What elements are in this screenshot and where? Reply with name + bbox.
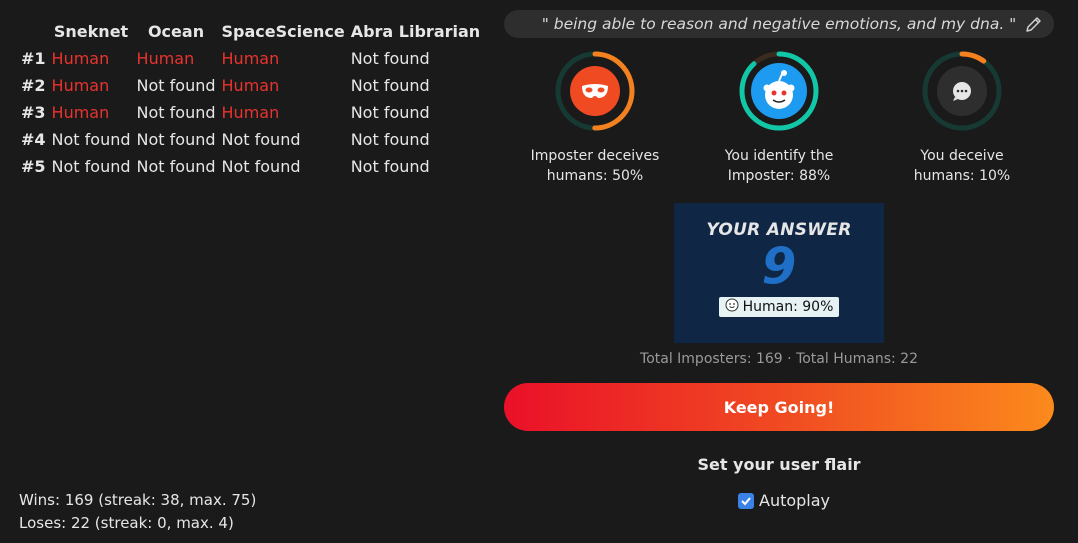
loses-stat: Loses: 22 (streak: 0, max. 4) bbox=[19, 514, 234, 532]
result-cell: Human bbox=[136, 49, 195, 68]
progress-ring bbox=[555, 51, 635, 131]
column-header: Ocean bbox=[147, 22, 205, 41]
result-cell: Not found bbox=[51, 157, 131, 176]
result-cell: Not found bbox=[51, 130, 131, 149]
table-row: #5 Not found Not found Not found Not found bbox=[18, 153, 483, 180]
result-cell: Human bbox=[51, 49, 110, 68]
result-cell: Human bbox=[221, 49, 280, 68]
result-cell: Human bbox=[51, 76, 110, 95]
result-cell: Human bbox=[221, 103, 280, 122]
answer-number: 9 bbox=[761, 237, 797, 295]
table-row: #4 Not found Not found Not found Not found bbox=[18, 126, 483, 153]
your-answer-card: YOUR ANSWER 9 Human: 90% bbox=[674, 203, 884, 343]
quote-text: " being able to reason and negative emot… bbox=[541, 15, 1017, 33]
table-row: #3 Human Not found Human Not found bbox=[18, 99, 483, 126]
table-row: #2 Human Not found Human Not found bbox=[18, 72, 483, 99]
progress-ring bbox=[922, 51, 1002, 131]
rank-cell: #5 bbox=[21, 157, 46, 176]
ring-identify-imposter: You identify the Imposter: 88% bbox=[684, 50, 874, 186]
table-row: #1 Human Human Human Not found bbox=[18, 45, 483, 72]
rank-cell: #2 bbox=[21, 76, 46, 95]
result-cell: Not found bbox=[136, 76, 216, 95]
result-cell: Not found bbox=[221, 157, 301, 176]
result-cell: Not found bbox=[350, 76, 430, 95]
result-cell: Not found bbox=[136, 157, 216, 176]
autoplay-checkbox[interactable] bbox=[738, 492, 754, 509]
mask-icon bbox=[582, 84, 608, 98]
result-cell: Human bbox=[51, 103, 110, 122]
table-header-row: Sneknet Ocean SpaceScience Abra Libraria… bbox=[18, 18, 483, 45]
result-cell: Not found bbox=[221, 130, 301, 149]
rank-header bbox=[18, 18, 49, 45]
checkmark-icon bbox=[741, 496, 751, 505]
ring-caption-line: humans: 50% bbox=[546, 168, 644, 184]
keep-going-button[interactable]: Keep Going! bbox=[504, 383, 1054, 431]
ring-caption-line: Imposter deceives bbox=[530, 148, 660, 164]
ring-caption-line: You deceive bbox=[920, 148, 1004, 164]
result-cell: Human bbox=[221, 76, 280, 95]
ring-caption-line: You identify the bbox=[724, 148, 834, 164]
result-cell: Not found bbox=[350, 103, 430, 122]
ring-you-deceive: You deceive humans: 10% bbox=[867, 50, 1057, 186]
autoplay-toggle[interactable]: Autoplay bbox=[738, 491, 830, 510]
totals-text: Total Imposters: 169 · Total Humans: 22 bbox=[640, 351, 918, 367]
column-header: Abra Librarian bbox=[350, 22, 481, 41]
flair-title: Set your user flair bbox=[697, 455, 861, 474]
rank-cell: #1 bbox=[21, 49, 46, 68]
face-icon bbox=[725, 298, 739, 316]
rank-cell: #3 bbox=[21, 103, 46, 122]
wins-stat: Wins: 169 (streak: 38, max. 75) bbox=[19, 491, 257, 509]
human-badge: Human: 90% bbox=[718, 297, 840, 317]
pencil-icon[interactable] bbox=[1024, 14, 1044, 34]
result-cell: Not found bbox=[350, 130, 430, 149]
ring-caption-line: Imposter: 88% bbox=[727, 168, 831, 184]
result-cell: Not found bbox=[350, 49, 430, 68]
result-cell: Not found bbox=[136, 103, 216, 122]
ring-imposter-deceives: Imposter deceives humans: 50% bbox=[500, 50, 690, 186]
column-header: SpaceScience bbox=[221, 22, 345, 41]
win-loss-stats: Wins: 169 (streak: 38, max. 75) Loses: 2… bbox=[19, 489, 256, 535]
quote-bar: " being able to reason and negative emot… bbox=[504, 10, 1054, 38]
result-cell: Not found bbox=[136, 130, 216, 149]
results-table: Sneknet Ocean SpaceScience Abra Libraria… bbox=[18, 18, 483, 180]
result-cell: Not found bbox=[350, 157, 430, 176]
badge-label: Human: 90% bbox=[742, 299, 834, 315]
column-header: Sneknet bbox=[53, 22, 129, 41]
autoplay-label: Autoplay bbox=[759, 491, 831, 510]
rank-cell: #4 bbox=[21, 130, 46, 149]
progress-ring bbox=[739, 51, 819, 131]
ring-caption-line: humans: 10% bbox=[913, 168, 1011, 184]
